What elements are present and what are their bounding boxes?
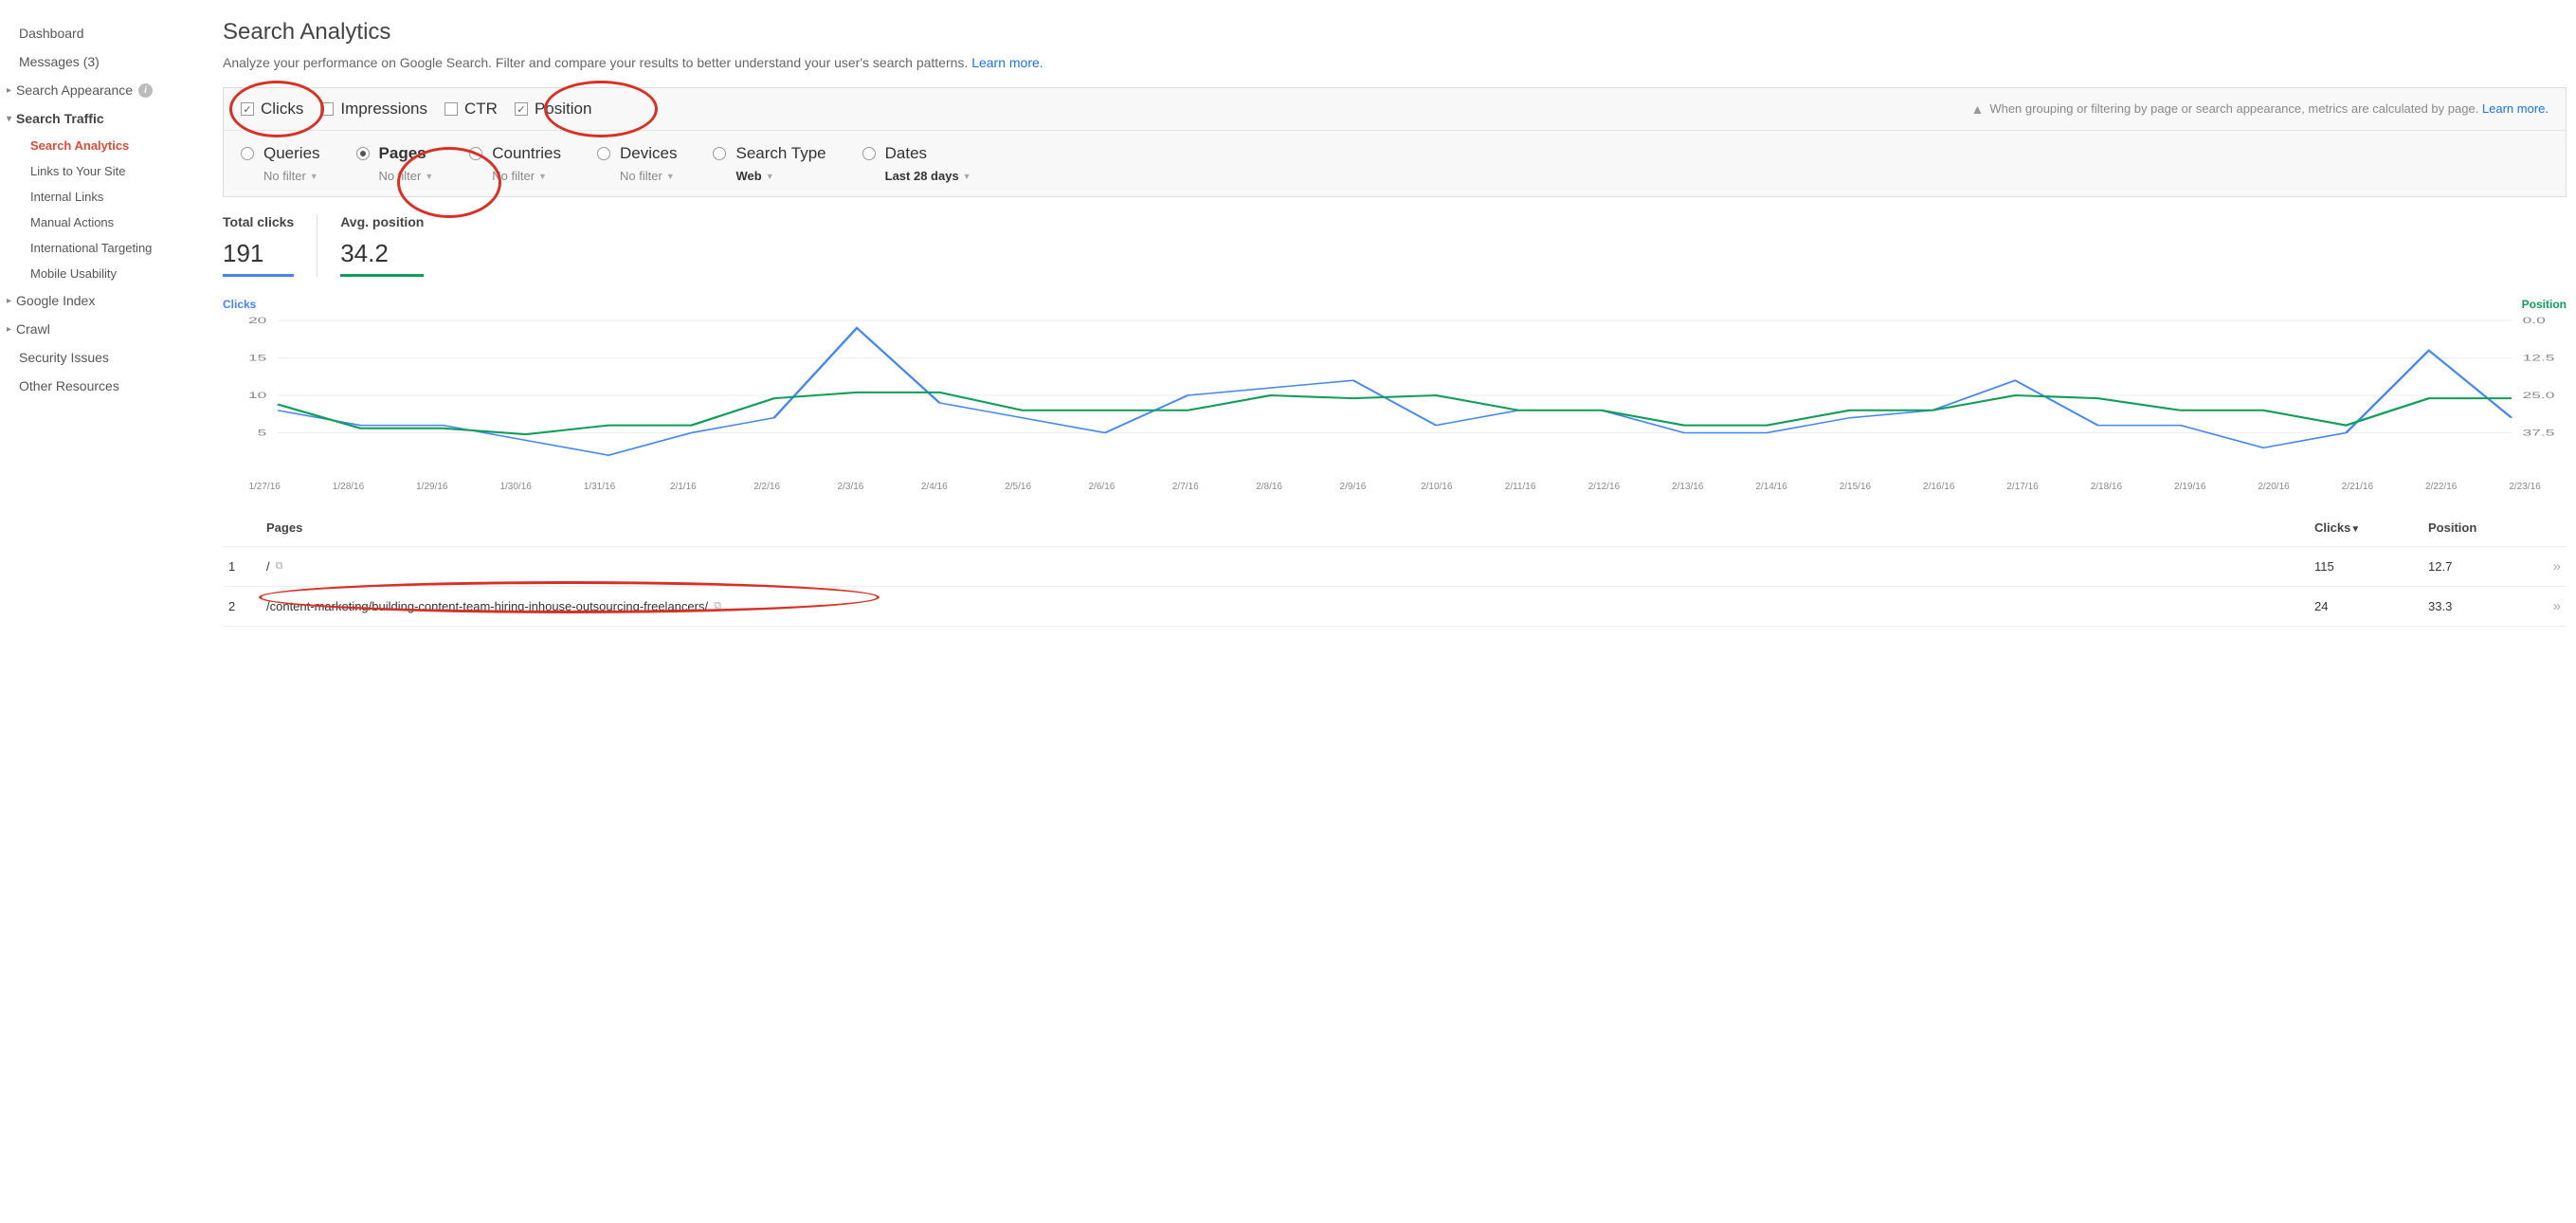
svg-text:25.0: 25.0 (2523, 391, 2555, 400)
radio-icon (713, 147, 726, 160)
sort-desc-icon: ▼ (2350, 524, 2360, 535)
dimension-pages[interactable]: Pages No filter▼ (356, 144, 434, 183)
stats-row: Total clicks 191 Avg. position 34.2 (223, 214, 2567, 277)
external-link-icon[interactable]: ⧉ (276, 560, 283, 573)
caret-down-icon: ▼ (538, 172, 547, 181)
row-expand-icon[interactable]: » (2532, 558, 2561, 575)
table-row: 2 /content-marketing/building-content-te… (223, 587, 2567, 627)
table-header-pages[interactable]: Pages (266, 520, 2314, 535)
sidebar-sub-search-analytics[interactable]: Search Analytics (0, 133, 204, 158)
page-link[interactable]: / (266, 559, 270, 574)
sidebar-item-search-appearance[interactable]: Search Appearance i (0, 76, 204, 104)
dimension-dates[interactable]: Dates Last 28 days▼ (862, 144, 971, 183)
dimension-devices[interactable]: Devices No filter▼ (597, 144, 677, 183)
caret-down-icon: ▼ (425, 172, 433, 181)
metric-ctr[interactable]: CTR (444, 100, 498, 119)
external-link-icon[interactable]: ⧉ (714, 600, 721, 612)
chart-left-axis-label: Clicks (223, 298, 256, 311)
sidebar-sub-international-targeting[interactable]: International Targeting (0, 235, 204, 261)
metric-impressions[interactable]: Impressions (320, 100, 427, 119)
sidebar-sub-links-to-site[interactable]: Links to Your Site (0, 158, 204, 184)
radio-icon (356, 147, 370, 160)
table-row: 1 /⧉ 115 12.7 » (223, 547, 2567, 587)
chart: Clicks Position 20 0.0 15 12.5 10 25.0 5 37.5 1… (223, 298, 2567, 492)
results-table: Pages Clicks▼ Position 1 /⧉ 115 12.7 » 2… (223, 509, 2567, 627)
dimension-search-type[interactable]: Search Type Web▼ (713, 144, 825, 183)
chart-svg: 20 0.0 15 12.5 10 25.0 5 37.5 (223, 315, 2567, 476)
sidebar-item-google-index[interactable]: Google Index (0, 286, 204, 315)
svg-text:15: 15 (248, 353, 267, 362)
checkbox-icon: ✓ (515, 102, 528, 116)
metrics-row: ✓ Clicks Impressions CTR ✓ Position ▲ Wh… (224, 88, 2566, 131)
sidebar-sub-internal-links[interactable]: Internal Links (0, 184, 204, 210)
dimensions-row: Queries No filter▼ Pages No filter▼ Coun… (224, 131, 2566, 196)
checkbox-icon (320, 102, 334, 116)
checkbox-icon: ✓ (241, 102, 254, 116)
dimension-countries[interactable]: Countries No filter▼ (469, 144, 561, 183)
caret-down-icon: ▼ (766, 172, 774, 181)
radio-icon (862, 147, 876, 160)
table-header: Pages Clicks▼ Position (223, 509, 2567, 547)
caret-down-icon: ▼ (310, 172, 318, 181)
sidebar-sub-mobile-usability[interactable]: Mobile Usability (0, 261, 204, 286)
sidebar-item-search-traffic[interactable]: Search Traffic (0, 104, 204, 133)
dimension-queries[interactable]: Queries No filter▼ (241, 144, 320, 183)
radio-icon (597, 147, 610, 160)
sidebar-item-messages[interactable]: Messages (3) (0, 47, 204, 76)
sidebar-item-security-issues[interactable]: Security Issues (0, 343, 204, 372)
sidebar: Dashboard Messages (3) Search Appearance… (0, 0, 204, 646)
chart-x-axis: 1/27/161/28/161/29/161/30/161/31/162/1/1… (223, 482, 2567, 492)
sidebar-sub-manual-actions[interactable]: Manual Actions (0, 210, 204, 235)
metric-clicks[interactable]: ✓ Clicks (241, 100, 303, 119)
svg-text:10: 10 (248, 391, 267, 400)
svg-text:37.5: 37.5 (2523, 428, 2555, 437)
radio-icon (469, 147, 482, 160)
caret-down-icon: ▼ (963, 172, 971, 181)
caret-down-icon: ▼ (666, 172, 675, 181)
info-icon: i (138, 83, 153, 98)
chart-right-axis-label: Position (2522, 298, 2567, 311)
svg-text:5: 5 (258, 428, 267, 437)
svg-text:0.0: 0.0 (2523, 316, 2547, 325)
row-expand-icon[interactable]: » (2532, 598, 2561, 614)
metrics-note-link[interactable]: Learn more. (2482, 101, 2549, 116)
table-header-position[interactable]: Position (2428, 520, 2532, 535)
metric-position[interactable]: ✓ Position (515, 100, 591, 119)
page-title: Search Analytics (223, 19, 2567, 46)
warning-icon: ▲ (1970, 101, 1984, 117)
sidebar-item-crawl[interactable]: Crawl (0, 315, 204, 343)
filter-panel: ✓ Clicks Impressions CTR ✓ Position ▲ Wh… (223, 87, 2567, 197)
sidebar-item-dashboard[interactable]: Dashboard (0, 19, 204, 47)
radio-icon (241, 147, 254, 160)
learn-more-link[interactable]: Learn more. (971, 55, 1043, 70)
checkbox-icon (444, 102, 458, 116)
svg-text:20: 20 (248, 316, 267, 325)
main-content: Search Analytics Analyze your performanc… (204, 0, 2576, 646)
sidebar-item-other-resources[interactable]: Other Resources (0, 372, 204, 400)
stat-total-clicks: Total clicks 191 (223, 214, 317, 277)
stat-avg-position: Avg. position 34.2 (340, 214, 446, 277)
metrics-note: ▲ When grouping or filtering by page or … (1970, 101, 2549, 117)
svg-text:12.5: 12.5 (2523, 353, 2555, 362)
page-link[interactable]: /content-marketing/building-content-team… (266, 599, 708, 613)
table-header-clicks[interactable]: Clicks▼ (2314, 520, 2428, 535)
page-description: Analyze your performance on Google Searc… (223, 55, 2567, 70)
